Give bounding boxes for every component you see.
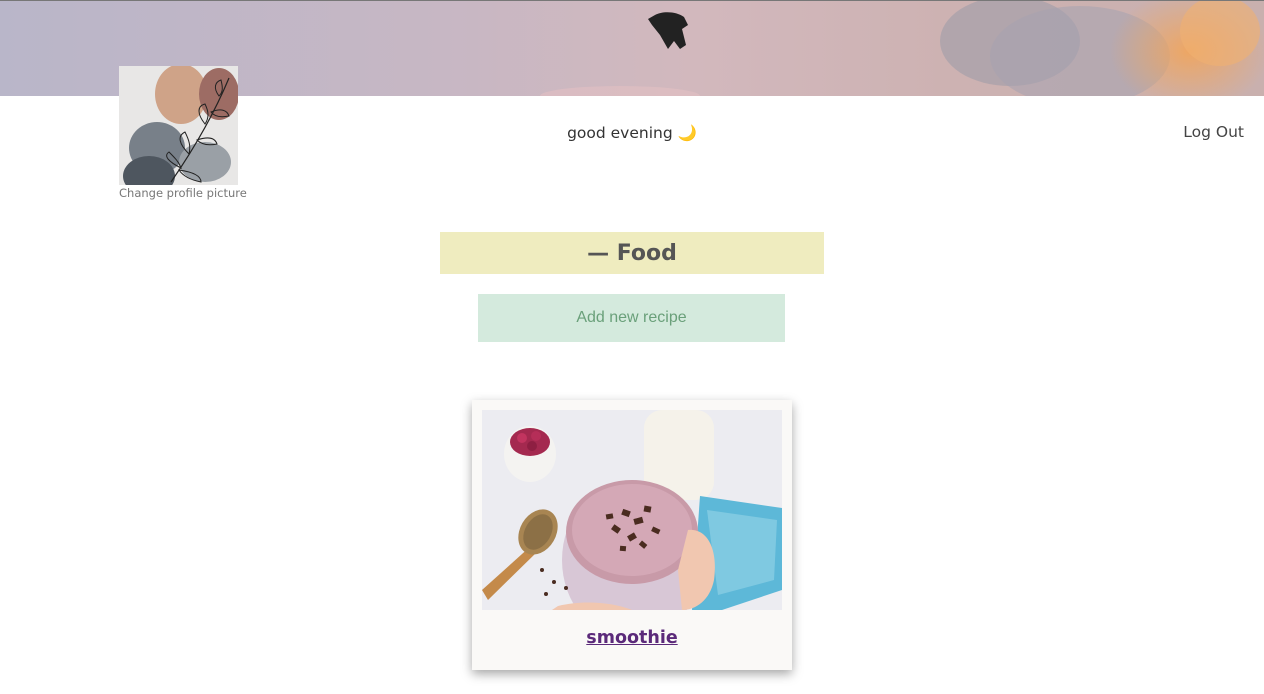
change-profile-picture-link[interactable]: Change profile picture bbox=[119, 186, 247, 200]
add-recipe-button[interactable]: Add new recipe bbox=[478, 294, 785, 342]
avatar[interactable] bbox=[119, 66, 238, 185]
logout-button[interactable]: Log Out bbox=[1183, 123, 1244, 141]
greeting-text: good evening 🌙 bbox=[567, 124, 697, 142]
recipe-image[interactable] bbox=[482, 410, 782, 610]
recipe-card[interactable]: smoothie bbox=[472, 400, 792, 670]
category-title: — Food bbox=[440, 232, 824, 274]
bird-icon bbox=[648, 12, 688, 49]
recipe-title-link[interactable]: smoothie bbox=[472, 628, 792, 648]
